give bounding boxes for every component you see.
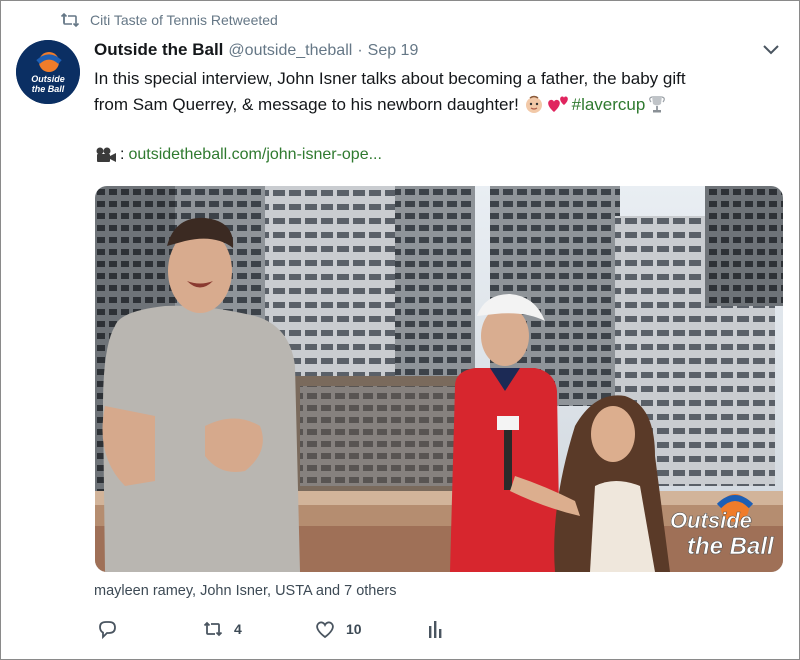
trophy-icon (649, 96, 666, 113)
link-line: : outsidetheball.com/john-isner-ope... (94, 146, 382, 164)
tweet-text-line2: from Sam Querrey, & message to his newbo… (94, 92, 774, 118)
avatar-logo-line1: Outside (31, 74, 65, 84)
heart-icon (316, 621, 334, 639)
baby-icon (525, 95, 542, 113)
user-handle[interactable]: @outside_theball (228, 42, 352, 60)
display-name[interactable]: Outside the Ball (94, 40, 223, 60)
like-count: 10 (346, 621, 362, 637)
tweet-header: Outside the Ball @outside_theball · Sep … (94, 40, 418, 60)
reply-button[interactable] (96, 618, 128, 640)
like-button[interactable]: 10 (314, 618, 362, 640)
watermark-line2: the Ball (687, 533, 775, 560)
tweet-text: In this special interview, John Isner ta… (94, 66, 774, 118)
retweet-icon (203, 621, 223, 637)
tweet-text-line2-body: from Sam Querrey, & message to his newbo… (94, 95, 524, 114)
movie-camera-icon (96, 147, 116, 162)
link-url[interactable]: outsidetheball.com/john-isner-ope... (128, 146, 381, 164)
chevron-down-icon[interactable] (760, 42, 782, 58)
outside-the-ball-logo: Outside the Ball (16, 40, 80, 104)
retweet-context[interactable]: Citi Taste of Tennis Retweeted (60, 12, 278, 28)
link-colon: : (120, 146, 125, 163)
retweet-icon (60, 12, 80, 28)
analytics-icon (429, 621, 442, 638)
retweet-count: 4 (234, 621, 242, 637)
header-separator: · (357, 42, 363, 59)
avatar-logo-line2: the Ball (32, 84, 65, 94)
reply-icon (99, 621, 116, 640)
retweet-button[interactable]: 4 (202, 618, 242, 640)
retweet-context-label: Citi Taste of Tennis Retweeted (90, 12, 278, 28)
hashtag-lavercup[interactable]: #lavercup (572, 95, 646, 114)
tweet-date[interactable]: Sep 19 (368, 42, 419, 60)
tweet-text-line1: In this special interview, John Isner ta… (94, 69, 686, 88)
watermark-line1: Outside (670, 508, 752, 533)
video-thumbnail: Outside the Ball (95, 186, 783, 572)
tweet-actions: 4 10 (94, 618, 514, 646)
analytics-button[interactable] (424, 618, 456, 640)
hearts-icon (547, 96, 568, 112)
avatar[interactable]: Outside the Ball (16, 40, 80, 104)
liked-by-summary[interactable]: mayleen ramey, John Isner, USTA and 7 ot… (94, 583, 397, 599)
media-video[interactable]: Outside the Ball (95, 186, 783, 572)
